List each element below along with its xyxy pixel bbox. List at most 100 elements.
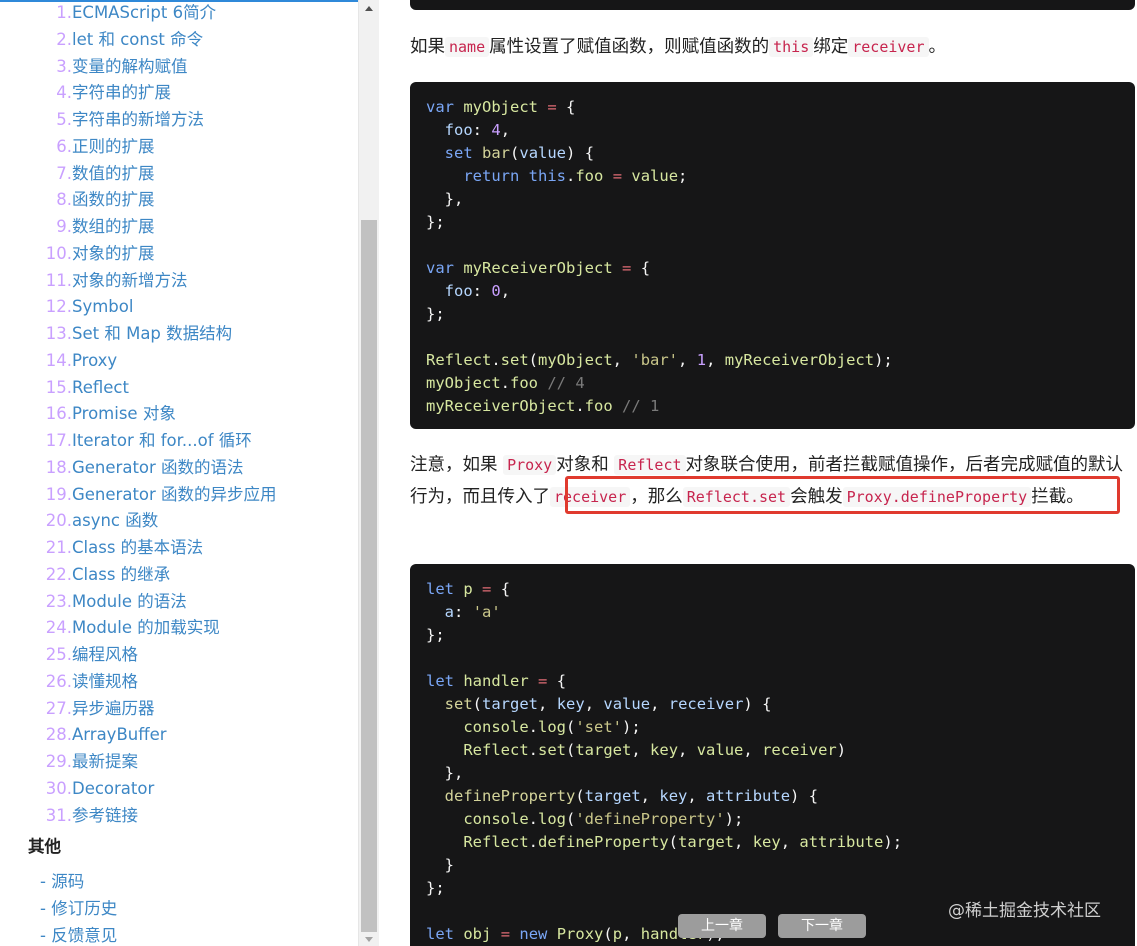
toc-item[interactable]: 30.Decorator [0,776,358,802]
scroll-down-icon[interactable] [365,937,373,942]
toc-item[interactable]: 22.Class 的继承 [0,562,358,588]
paragraph-receiver-binding: 如果 name 属性设置了赋值函数，则赋值函数的 this 绑定 receiver。 [410,31,1130,63]
toc-item-label: 函数的扩展 [72,190,155,210]
text: 注意，如果 [410,455,504,475]
sidebar-scrollbar[interactable] [358,0,379,946]
section-title-other: 其他 [28,837,61,856]
toc-item-label: Promise 对象 [72,404,176,424]
other-item-source[interactable]: - 源码 [40,870,84,894]
toc-item-label: 读懂规格 [72,671,138,691]
toc-item-label: Generator 函数的语法 [72,457,244,477]
toc-item-label: 异步遍历器 [72,698,155,718]
text: 。 [928,37,947,57]
inline-code: Proxy [503,455,557,475]
toc-item-number: 13. [45,324,72,343]
text: 对象和 [556,455,615,475]
toc-item-number: 16. [45,404,72,424]
toc-item-number: 23. [45,591,72,611]
toc-item[interactable]: 12.Symbol [0,294,358,320]
toc-item-number: 6. [56,136,72,156]
toc-item[interactable]: 2.let 和 const 命令 [0,27,358,53]
prev-chapter-button[interactable]: 上一章 [678,914,766,938]
toc-item-number: 20. [45,511,72,531]
toc-item-label: Class 的基本语法 [72,538,204,557]
toc-item[interactable]: 14.Proxy [0,348,358,374]
toc-item-number: 10. [45,243,72,263]
toc-item-number: 21. [45,538,72,557]
toc-item-number: 8. [56,190,72,210]
toc-item[interactable]: 19.Generator 函数的异步应用 [0,482,358,508]
toc-item[interactable]: 3.变量的解构赋值 [0,54,358,80]
toc-item[interactable]: 24.Module 的加载实现 [0,615,358,641]
toc-item[interactable]: 6.正则的扩展 [0,134,358,160]
toc-item-number: 12. [45,297,72,317]
scrollbar-thumb[interactable] [361,220,377,932]
toc-item-number: 22. [45,564,72,584]
toc-item[interactable]: 25.编程风格 [0,642,358,668]
toc-item-number: 4. [56,83,72,103]
toc-item[interactable]: 13.Set 和 Map 数据结构 [0,321,358,347]
toc-item[interactable]: 26.读懂规格 [0,669,358,695]
toc-item-label: ArrayBuffer [72,725,167,745]
toc-item[interactable]: 5.字符串的新增方法 [0,107,358,133]
toc-item[interactable]: 9.数组的扩展 [0,214,358,240]
toc-item[interactable]: 16.Promise 对象 [0,401,358,427]
code-block-reflect-set: var myObject = { foo: 4, set bar(value) … [410,82,1135,429]
toc-item-number: 25. [45,645,72,664]
inline-code: name [445,37,490,57]
toc-item-number: 1. [56,3,72,22]
toc-item[interactable]: 23.Module 的语法 [0,589,358,615]
toc-item-label: Reflect [72,377,129,397]
inline-code: Reflect [614,455,686,475]
toc-item[interactable]: 20.async 函数 [0,508,358,534]
toc-item[interactable]: 11.对象的新增方法 [0,268,358,294]
inline-code: receiver [848,37,929,57]
toc-item[interactable]: 15.Reflect [0,375,358,401]
toc-item[interactable]: 27.异步遍历器 [0,696,358,722]
toc-item-number: 14. [45,350,72,370]
other-item-feedback[interactable]: - 反馈意见 [40,924,117,946]
toc-item-label: 数组的扩展 [72,217,155,236]
toc-item-label: 对象的新增方法 [72,270,188,290]
toc-item-number: 30. [45,778,72,798]
toc-item[interactable]: 29.最新提案 [0,749,358,775]
toc-item[interactable]: 18.Generator 函数的语法 [0,455,358,481]
toc-item[interactable]: 8.函数的扩展 [0,187,358,213]
scroll-up-icon[interactable] [365,6,373,11]
toc-item[interactable]: 10.对象的扩展 [0,241,358,267]
toc-item[interactable]: 28.ArrayBuffer [0,722,358,748]
toc-item-number: 15. [45,377,72,397]
toc-item-label: Symbol [72,297,134,317]
toc-item-label: 字符串的扩展 [72,83,171,103]
toc-item-number: 27. [45,698,72,718]
toc-item[interactable]: 7.数值的扩展 [0,161,358,187]
toc-item-number: 29. [45,752,72,771]
inline-code: this [769,37,814,57]
toc-item-label: 正则的扩展 [72,136,155,156]
code-block-proxy-handler: let p = { a: 'a' }; let handler = { set(… [410,564,1135,946]
toc-item-label: Set 和 Map 数据结构 [72,324,233,343]
toc-item-label: Proxy [72,350,118,370]
toc-item-number: 28. [45,725,72,745]
toc-item-number: 26. [45,671,72,691]
watermark: @稀土掘金技术社区 [948,901,1101,921]
toc-item-label: 变量的解构赋值 [72,56,188,76]
toc-item[interactable]: 31.参考链接 [0,803,358,829]
toc-item-label: Decorator [72,778,155,798]
next-chapter-button[interactable]: 下一章 [778,914,866,938]
toc-item-label: 字符串的新增方法 [72,110,204,129]
toc-item-label: Iterator 和 for...of 循环 [72,431,252,450]
toc-item-number: 19. [45,484,72,504]
toc-item[interactable]: 4.字符串的扩展 [0,80,358,106]
toc-item-label: let 和 const 命令 [72,29,204,49]
toc-item-label: Generator 函数的异步应用 [72,484,277,504]
toc-item-label: 参考链接 [72,805,138,825]
toc-item[interactable]: 17.Iterator 和 for...of 循环 [0,428,358,454]
other-item-history[interactable]: - 修订历史 [40,897,117,921]
toc-item[interactable]: 21.Class 的基本语法 [0,535,358,561]
sidebar: 1.ECMAScript 6简介 2.let 和 const 命令 3.变量的解构赋… [0,0,358,946]
text: 绑定 [813,37,849,57]
toc-item-number: 5. [56,110,72,129]
toc-item-label: Module 的语法 [72,591,187,611]
toc-item[interactable]: 1.ECMAScript 6简介 [0,0,358,26]
